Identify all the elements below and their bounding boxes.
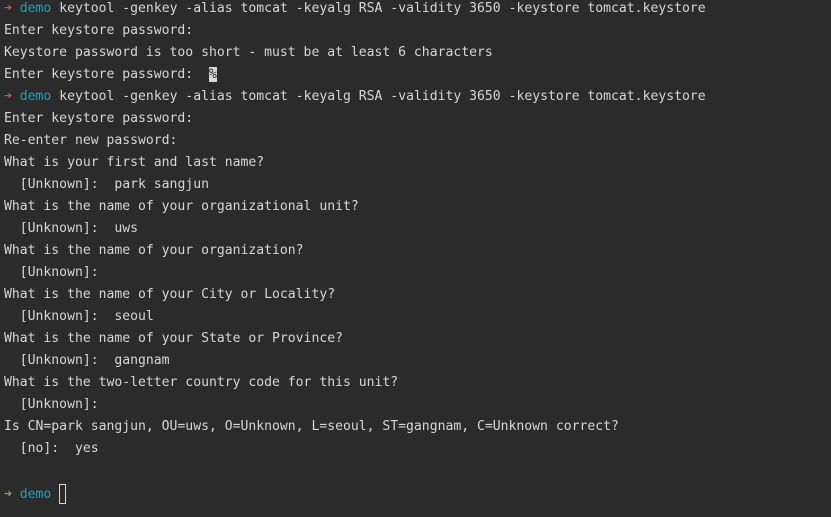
command-line-2: ➜ demo keytool -genkey -alias tomcat -ke… [4,88,831,110]
answer-value: uws [114,221,139,236]
question-line: What is the two-letter country code for … [4,375,399,390]
right-arrow-icon: ➜ [4,1,12,16]
answer-value: gangnam [114,353,170,368]
answer-prompt: [Unknown]: [4,265,99,280]
prompt-directory: demo [19,487,52,502]
right-arrow-icon: ➜ [4,89,12,104]
confirm-line: Is CN=park sangjun, OU=uws, O=Unknown, L… [4,419,619,434]
answer-line: [Unknown]: park sangjun [4,176,831,198]
right-arrow-icon: ➜ [4,487,12,502]
question-line: What is your first and last name? [4,155,265,170]
answer-line: [Unknown]: seoul [4,308,831,330]
answer-prompt: [Unknown]: [4,353,115,368]
answer-line: [Unknown]: [4,264,831,286]
answer-line: [no]: yes [4,440,831,462]
answer-prompt: [Unknown]: [4,221,115,236]
answer-line: [Unknown]: [4,396,831,418]
output-line: Enter keystore password: [4,111,194,126]
error-message: Keystore password is too short - must be… [4,45,493,60]
answer-line: [Unknown]: gangnam [4,352,831,374]
answer-value: seoul [114,309,154,324]
question-line: What is the name of your State or Provin… [4,331,343,346]
answer-prompt: [Unknown]: [4,309,115,324]
prompt-directory: demo [19,1,52,16]
output-line: Re-enter new password: [4,133,178,148]
question-line: What is the name of your City or Localit… [4,287,336,302]
terminal-window[interactable]: ➜ demo keytool -genkey -alias tomcat -ke… [4,0,831,517]
answer-value: yes [74,441,99,456]
prompt-directory: demo [19,89,52,104]
output-text: Enter keystore password: [4,67,194,82]
current-prompt-line[interactable]: ➜ demo [4,484,831,506]
answer-prompt: [Unknown]: [4,177,115,192]
answer-value: park sangjun [114,177,209,192]
command-text: keytool -genkey -alias tomcat -keyalg RS… [59,89,706,104]
answer-prompt: [no]: [4,441,75,456]
answer-line: [Unknown]: uws [4,220,831,242]
answer-prompt: [Unknown]: [4,397,99,412]
text-cursor[interactable] [59,484,67,504]
command-line-1: ➜ demo keytool -genkey -alias tomcat -ke… [4,0,831,22]
output-line: Enter keystore password: [4,23,194,38]
command-text: keytool -genkey -alias tomcat -keyalg RS… [59,1,706,16]
question-line: What is the name of your organizational … [4,199,359,214]
output-line: Enter keystore password: % [4,66,831,88]
partial-line-marker: % [208,67,217,82]
question-line: What is the name of your organization? [4,243,304,258]
